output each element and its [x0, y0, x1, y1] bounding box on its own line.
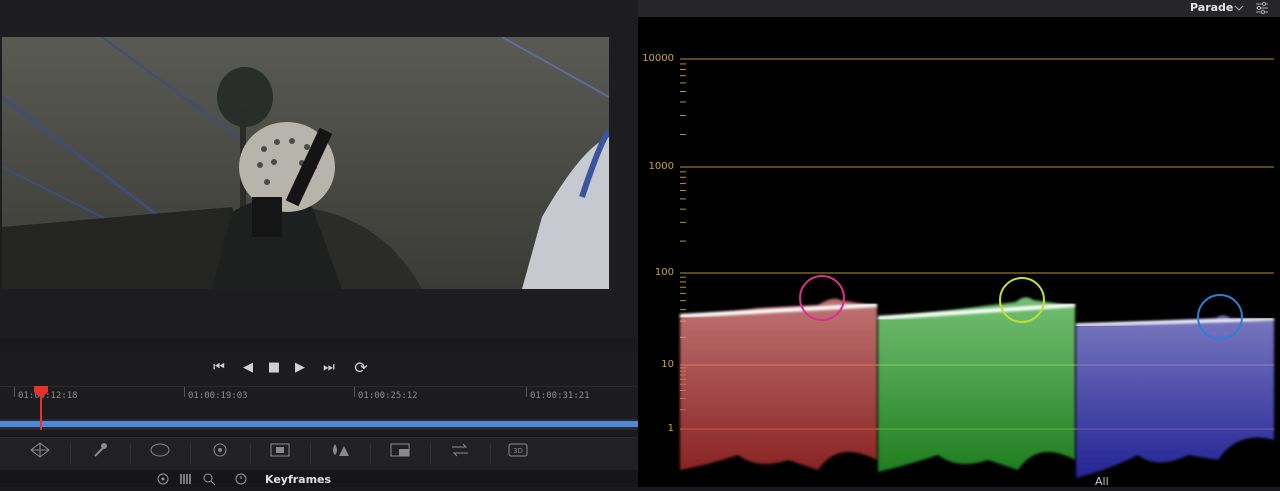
playhead[interactable] [34, 386, 48, 430]
keyframes-label: Keyframes [265, 473, 332, 486]
timeline-track[interactable] [0, 419, 638, 430]
viewer-panel [0, 0, 638, 338]
loop-icon[interactable]: ⟳ [350, 356, 372, 380]
scope-header: Parade [638, 0, 1280, 17]
blur-icon[interactable] [326, 442, 354, 466]
play-reverse-button[interactable]: ◀ [238, 356, 258, 380]
playhead-handle-icon[interactable] [34, 386, 48, 398]
green-channel-trace [877, 297, 1076, 472]
parade-scope-graph [679, 58, 1275, 478]
timecode-label: 01:00:25:12 [358, 391, 418, 401]
qualifier-eyedropper-icon[interactable] [86, 442, 114, 466]
chevron-down-icon[interactable] [1234, 4, 1244, 12]
keyframes-bar: Keyframes [0, 470, 638, 487]
timecode-label: 01:00:19:03 [188, 391, 248, 401]
sizing-icon[interactable] [446, 442, 474, 466]
video-frame[interactable] [2, 37, 609, 289]
tracker-icon[interactable] [206, 442, 234, 466]
video-clip-bar[interactable] [0, 421, 638, 427]
scope-panel: 10000 1000 100 10 1 [638, 0, 1280, 487]
timeline-ruler[interactable]: 01:00:12:18 01:00:19:03 01:00:25:12 01:0… [0, 386, 638, 419]
reset-icon[interactable] [234, 472, 248, 486]
color-wheels-icon[interactable] [26, 442, 54, 466]
play-button[interactable]: ▶ [290, 356, 310, 380]
bars-icon[interactable] [178, 472, 192, 486]
scope-settings-icon[interactable] [1254, 1, 1270, 15]
all-filter-label[interactable]: All [1095, 475, 1109, 488]
stop-button[interactable]: ■ [264, 356, 284, 380]
timecode-label: 01:00:31:21 [530, 391, 590, 401]
target-icon[interactable] [156, 472, 170, 486]
scale-label-1: 1 [667, 423, 674, 434]
scale-label-10: 10 [661, 359, 674, 370]
blue-channel-trace [1075, 315, 1275, 478]
window-icon[interactable] [146, 442, 174, 466]
go-to-first-frame-button[interactable]: ⏮ [208, 356, 230, 380]
scope-mode-dropdown[interactable]: Parade [1190, 1, 1233, 14]
svg-text:3D: 3D [513, 447, 523, 455]
scale-label-10000: 10000 [642, 53, 674, 64]
scale-label-100: 100 [654, 267, 674, 278]
transport-controls: ⏮ ◀ ■ ▶ ⏭ ⟳ [0, 352, 638, 386]
scale-label-1000: 1000 [648, 161, 674, 172]
magic-mask-icon[interactable] [266, 442, 294, 466]
3d-icon[interactable]: 3D [504, 442, 532, 466]
red-channel-trace [679, 298, 878, 470]
palette-toolbar: 3D [0, 437, 638, 470]
go-to-last-frame-button[interactable]: ⏭ [318, 356, 340, 380]
zoom-icon[interactable] [202, 472, 216, 486]
key-icon[interactable] [386, 442, 414, 466]
video-scene-image [2, 37, 609, 289]
